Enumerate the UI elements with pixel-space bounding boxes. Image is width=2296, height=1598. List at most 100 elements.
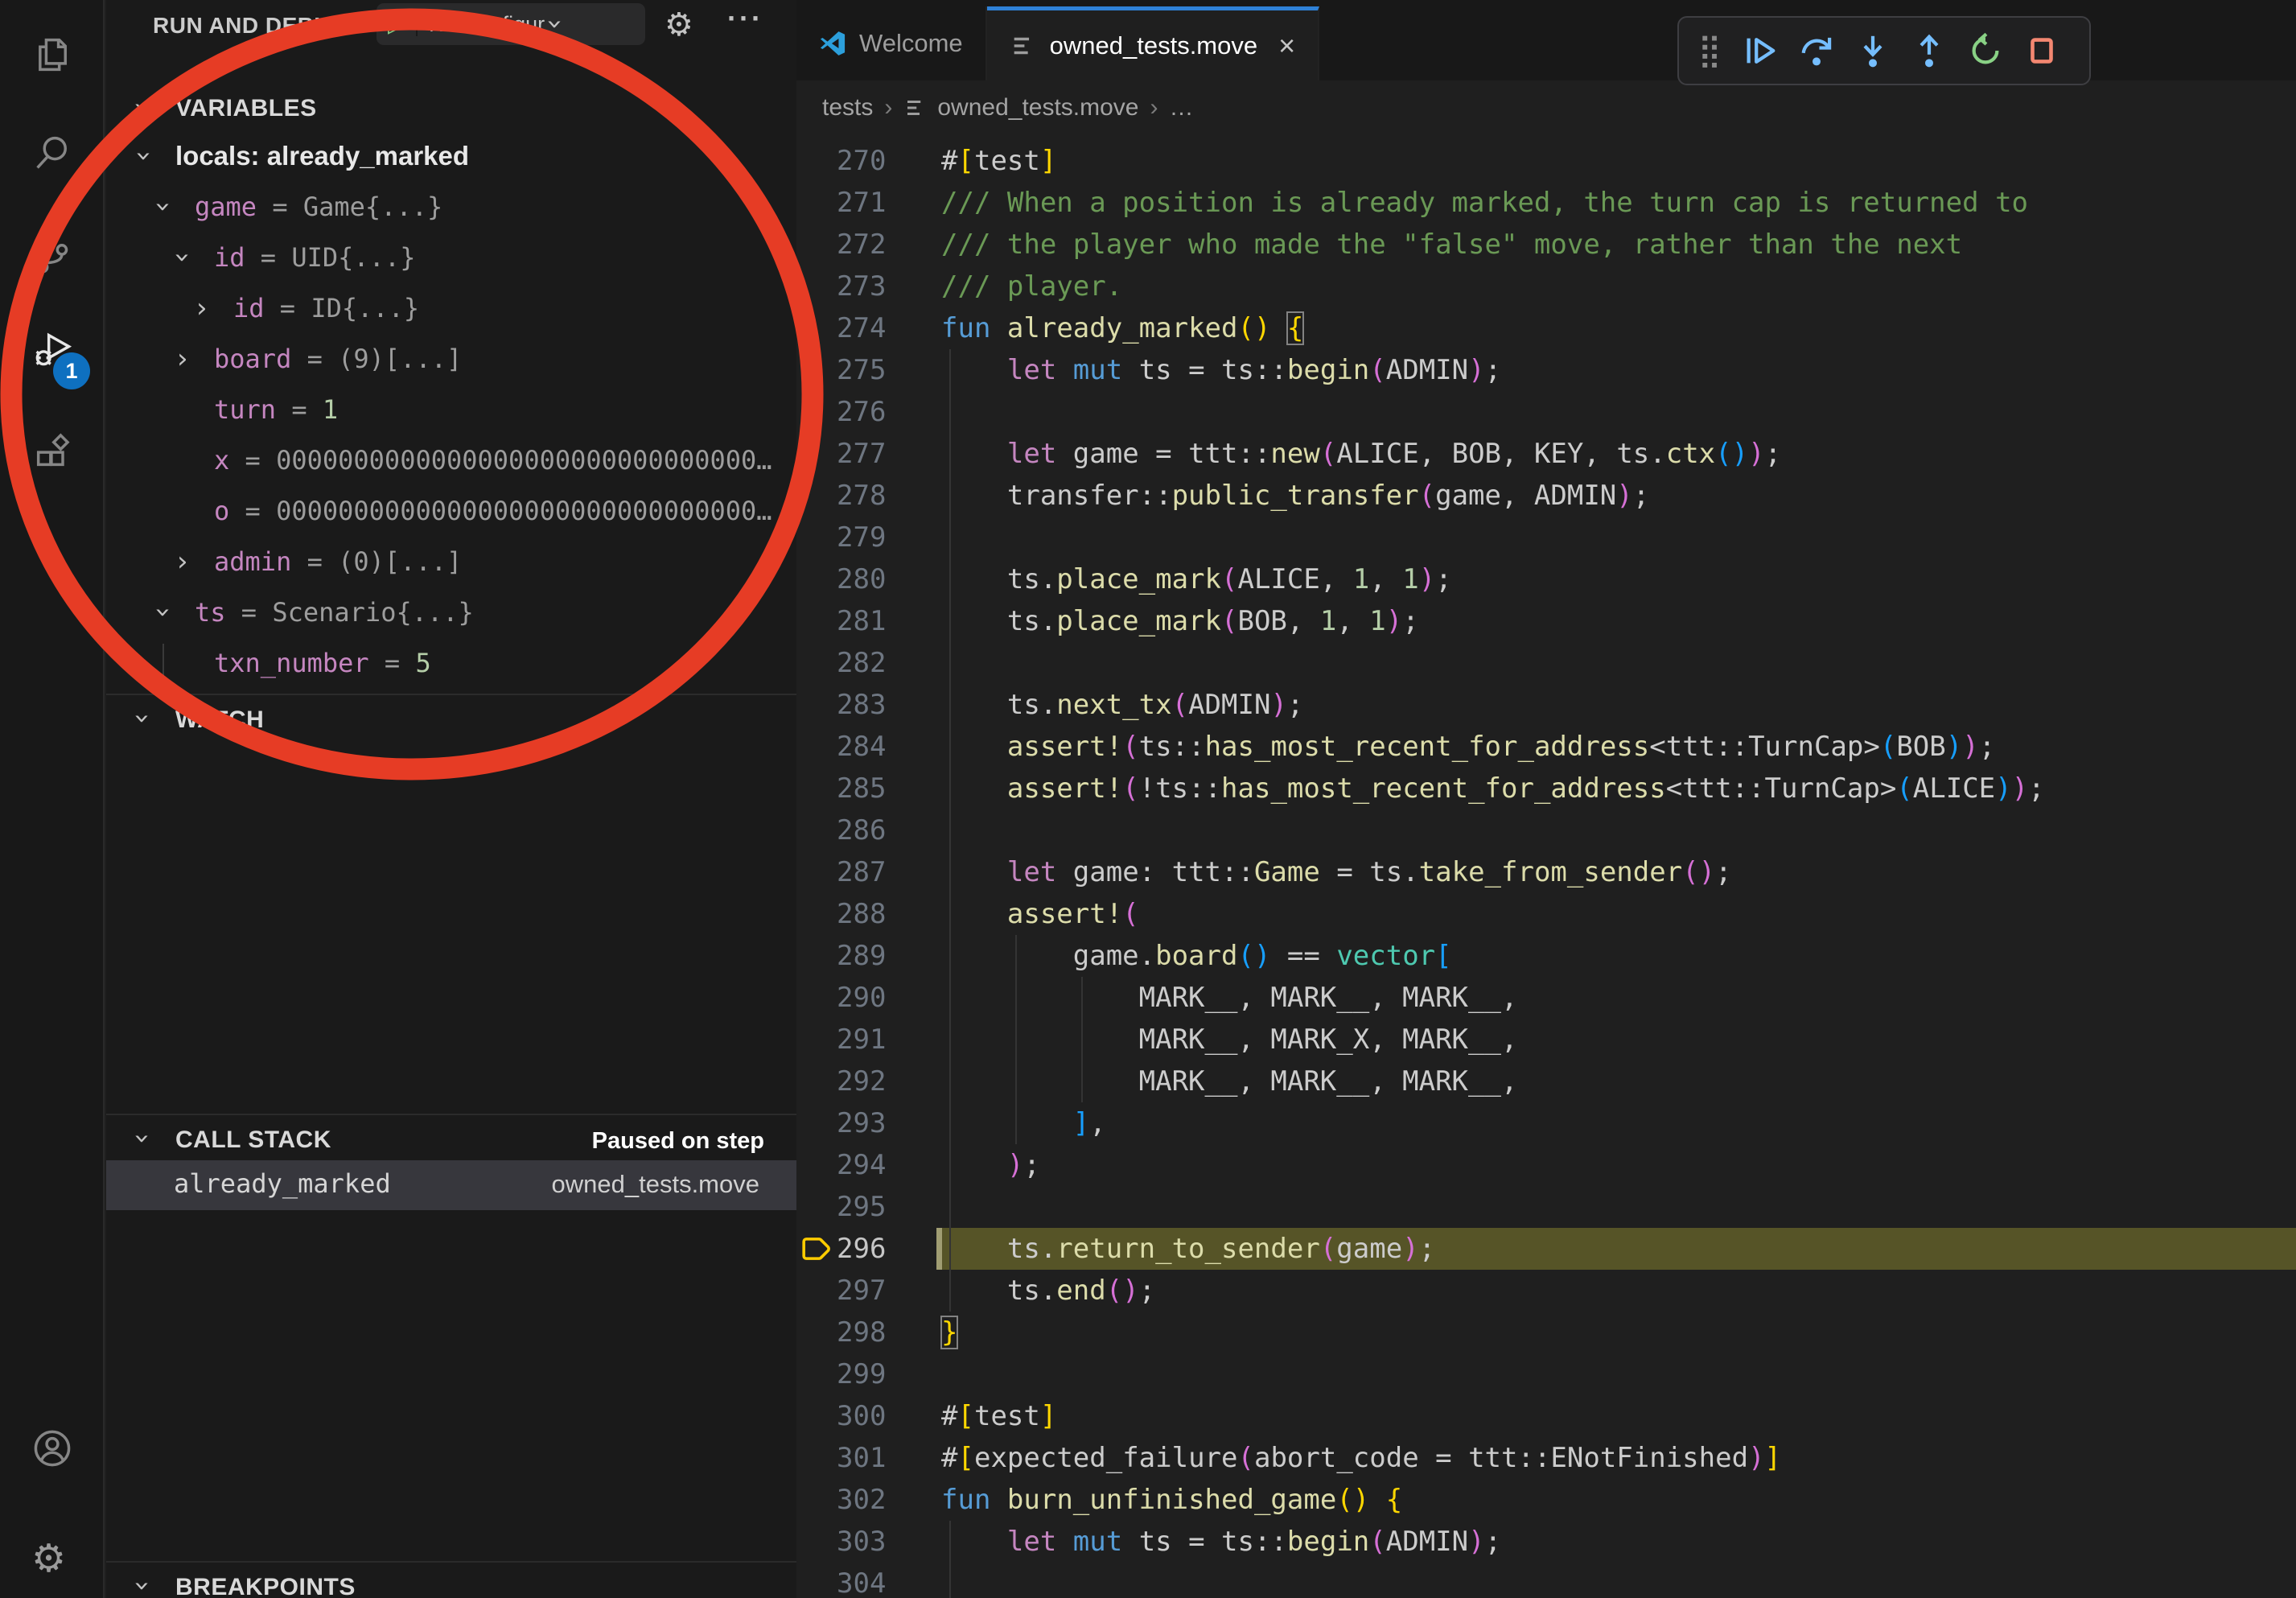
- code-line-279[interactable]: 279: [796, 517, 2296, 558]
- code-line-280[interactable]: 280 ts.place_mark(ALICE, 1, 1);: [796, 558, 2296, 600]
- chevron-expanded-icon[interactable]: ›: [150, 607, 177, 618]
- code-line-287[interactable]: 287 let game: ttt::Game = ts.take_from_s…: [796, 851, 2296, 893]
- variable-row[interactable]: ›board = (9)[...]: [106, 337, 796, 388]
- chevron-expanded-icon[interactable]: ›: [130, 150, 158, 162]
- breakpoint-gutter[interactable]: [796, 726, 837, 768]
- breadcrumb-symbol[interactable]: …: [1170, 94, 1194, 121]
- stack-frame-row[interactable]: already_marked owned_tests.move: [106, 1160, 796, 1210]
- code-line-303[interactable]: 303 let mut ts = ts::begin(ADMIN);: [796, 1521, 2296, 1563]
- breakpoint-gutter[interactable]: [796, 1479, 837, 1521]
- variable-row[interactable]: ›id = ID{...}: [106, 286, 796, 337]
- breakpoint-gutter[interactable]: [796, 893, 837, 935]
- breakpoint-gutter[interactable]: [796, 768, 837, 809]
- code-line-286[interactable]: 286: [796, 809, 2296, 851]
- code-editor[interactable]: 270#[test]271/// When a position is alre…: [796, 135, 2296, 1598]
- breakpoint-gutter[interactable]: [796, 1395, 837, 1437]
- more-actions-icon[interactable]: ···: [727, 2, 763, 35]
- breakpoint-gutter[interactable]: [796, 391, 837, 433]
- breakpoint-gutter[interactable]: [796, 600, 837, 642]
- breakpoint-gutter[interactable]: [796, 1228, 837, 1270]
- chevron-expanded-icon[interactable]: ›: [150, 201, 177, 212]
- code-line-273[interactable]: 273/// player.: [796, 266, 2296, 307]
- step-out-button[interactable]: [1901, 25, 1957, 76]
- code-line-275[interactable]: 275 let mut ts = ts::begin(ADMIN);: [796, 349, 2296, 391]
- breakpoint-gutter[interactable]: [796, 935, 837, 977]
- breakpoint-gutter[interactable]: [796, 1521, 837, 1563]
- variable-row[interactable]: x = 0000000000000000000000000000000…: [106, 439, 796, 489]
- account-icon[interactable]: [31, 1427, 73, 1469]
- variable-row[interactable]: ›ts = Scenario{...}: [106, 591, 796, 641]
- breakpoint-gutter[interactable]: [796, 1353, 837, 1395]
- breakpoint-gutter[interactable]: [796, 977, 837, 1019]
- chevron-collapsed-icon[interactable]: ›: [177, 548, 188, 575]
- breakpoint-gutter[interactable]: [796, 433, 837, 475]
- breakpoint-gutter[interactable]: [796, 1061, 837, 1102]
- breakpoint-gutter[interactable]: [796, 182, 837, 224]
- close-tab-icon[interactable]: ×: [1278, 31, 1295, 60]
- breakpoint-gutter[interactable]: [796, 266, 837, 307]
- breakpoint-gutter[interactable]: [796, 1437, 837, 1479]
- code-line-294[interactable]: 294 );: [796, 1144, 2296, 1186]
- code-line-300[interactable]: 300#[test]: [796, 1395, 2296, 1437]
- breakpoint-gutter[interactable]: [796, 224, 837, 266]
- breakpoint-gutter[interactable]: [796, 140, 837, 182]
- code-line-277[interactable]: 277 let game = ttt::new(ALICE, BOB, KEY,…: [796, 433, 2296, 475]
- watch-section-header[interactable]: › WATCH: [106, 695, 796, 743]
- code-line-299[interactable]: 299: [796, 1353, 2296, 1395]
- chevron-expanded-icon[interactable]: ›: [169, 252, 196, 263]
- code-line-292[interactable]: 292 MARK__, MARK__, MARK__,: [796, 1061, 2296, 1102]
- start-debug-icon[interactable]: ▷: [376, 12, 418, 36]
- code-line-270[interactable]: 270#[test]: [796, 140, 2296, 182]
- breadcrumb-folder[interactable]: tests: [822, 94, 873, 121]
- breakpoint-gutter[interactable]: [796, 349, 837, 391]
- breakpoint-gutter[interactable]: [796, 684, 837, 726]
- step-over-button[interactable]: [1788, 25, 1845, 76]
- code-line-304[interactable]: 304: [796, 1563, 2296, 1598]
- tab-owned-tests-move[interactable]: owned_tests.move ×: [987, 6, 1320, 80]
- code-line-288[interactable]: 288 assert!(: [796, 893, 2296, 935]
- source-control-icon[interactable]: [31, 235, 73, 277]
- breakpoint-gutter[interactable]: [796, 558, 837, 600]
- stop-button[interactable]: [2014, 25, 2070, 76]
- code-line-272[interactable]: 272/// the player who made the "false" m…: [796, 224, 2296, 266]
- variable-row[interactable]: ›admin = (0)[...]: [106, 540, 796, 591]
- explorer-icon[interactable]: [31, 34, 73, 76]
- scope-row[interactable]: ›locals: already_marked: [106, 134, 796, 185]
- code-line-271[interactable]: 271/// When a position is already marked…: [796, 182, 2296, 224]
- code-line-296[interactable]: 296 ts.return_to_sender(game);: [796, 1228, 2296, 1270]
- debug-config-dropdown[interactable]: ▷ No Configur ›: [376, 3, 645, 45]
- code-line-289[interactable]: 289 game.board() == vector[: [796, 935, 2296, 977]
- restart-button[interactable]: [1957, 25, 2014, 76]
- breakpoint-gutter[interactable]: [796, 1019, 837, 1061]
- chevron-collapsed-icon[interactable]: ›: [196, 294, 208, 322]
- breakpoint-gutter[interactable]: [796, 809, 837, 851]
- breakpoint-gutter[interactable]: [796, 1186, 837, 1228]
- step-into-button[interactable]: [1845, 25, 1901, 76]
- code-line-293[interactable]: 293 ],: [796, 1102, 2296, 1144]
- breadcrumb-file[interactable]: owned_tests.move: [937, 94, 1138, 121]
- extensions-icon[interactable]: [31, 430, 73, 472]
- variable-row[interactable]: o = 0000000000000000000000000000000…: [106, 489, 796, 540]
- code-line-281[interactable]: 281 ts.place_mark(BOB, 1, 1);: [796, 600, 2296, 642]
- breakpoint-gutter[interactable]: [796, 475, 837, 517]
- call-stack-section-header[interactable]: › CALL STACK Paused on step: [106, 1115, 796, 1163]
- code-line-274[interactable]: 274fun already_marked() {: [796, 307, 2296, 349]
- breakpoint-gutter[interactable]: [796, 1563, 837, 1598]
- breakpoint-gutter[interactable]: [796, 517, 837, 558]
- code-line-302[interactable]: 302fun burn_unfinished_game() {: [796, 1479, 2296, 1521]
- code-line-301[interactable]: 301#[expected_failure(abort_code = ttt::…: [796, 1437, 2296, 1479]
- breakpoint-gutter[interactable]: [796, 642, 837, 684]
- chevron-collapsed-icon[interactable]: ›: [177, 345, 188, 373]
- breakpoint-gutter[interactable]: [796, 851, 837, 893]
- breakpoint-gutter[interactable]: [796, 307, 837, 349]
- tab-welcome[interactable]: Welcome: [796, 6, 987, 80]
- settings-gear-icon[interactable]: ⚙: [31, 1536, 73, 1578]
- variable-row[interactable]: turn = 1: [106, 388, 796, 439]
- code-line-297[interactable]: 297 ts.end();: [796, 1270, 2296, 1312]
- variables-section-header[interactable]: › VARIABLES: [106, 84, 796, 132]
- continue-button[interactable]: [1732, 25, 1788, 76]
- toolbar-drag-handle-icon[interactable]: ⣿: [1687, 32, 1732, 69]
- variable-row[interactable]: ›id = UID{...}: [106, 236, 796, 286]
- code-line-278[interactable]: 278 transfer::public_transfer(game, ADMI…: [796, 475, 2296, 517]
- variable-row[interactable]: ›game = Game{...}: [106, 185, 796, 236]
